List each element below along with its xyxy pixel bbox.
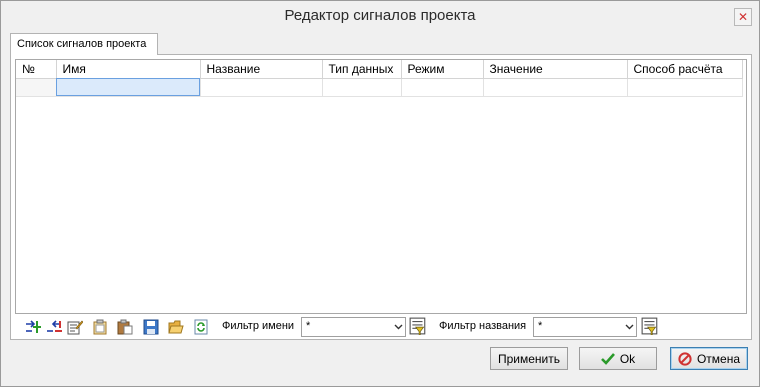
cancel-button[interactable]: Отмена — [670, 347, 748, 370]
column-header-calc-method[interactable]: Способ расчёта — [627, 60, 743, 79]
column-header-number[interactable]: № — [16, 60, 57, 79]
column-header-value[interactable]: Значение — [483, 60, 628, 79]
chevron-down-icon[interactable] — [394, 322, 403, 331]
column-header-mode[interactable]: Режим — [401, 60, 484, 79]
apply-button[interactable]: Применить — [490, 347, 568, 370]
cell-number[interactable] — [16, 78, 57, 97]
name-filter-value: * — [306, 320, 311, 332]
remove-signal-icon[interactable] — [46, 319, 62, 335]
title-bar[interactable]: Редактор сигналов проекта ✕ — [1, 1, 759, 31]
signals-table[interactable]: № Имя Название Тип данных Режим Значение… — [15, 59, 747, 314]
ok-button[interactable]: Ok — [579, 347, 657, 370]
cell-value[interactable] — [483, 78, 628, 97]
name-filter-combo[interactable]: * — [301, 317, 406, 337]
paste-icon[interactable] — [117, 319, 133, 335]
cancel-icon — [678, 351, 692, 366]
ok-button-label: Ok — [619, 351, 636, 366]
chevron-down-icon[interactable] — [625, 322, 634, 331]
cell-name-selected[interactable] — [56, 78, 201, 97]
title-filter-combo[interactable]: * — [533, 317, 637, 337]
apply-title-filter-icon[interactable] — [641, 317, 659, 335]
open-folder-icon[interactable] — [168, 319, 184, 335]
checkmark-icon — [600, 352, 615, 365]
apply-button-label: Применить — [497, 351, 560, 366]
table-row[interactable] — [16, 78, 743, 97]
add-signal-icon[interactable] — [25, 319, 41, 335]
cancel-button-label: Отмена — [696, 351, 741, 366]
copy-icon[interactable] — [92, 319, 108, 335]
cell-mode[interactable] — [401, 78, 484, 97]
cell-title[interactable] — [200, 78, 323, 97]
name-filter-label: Фильтр имени — [222, 320, 295, 332]
column-header-data-type[interactable]: Тип данных — [322, 60, 402, 79]
title-filter-label: Фильтр названия — [439, 320, 527, 332]
refresh-icon[interactable] — [193, 319, 209, 335]
save-icon[interactable] — [143, 319, 159, 335]
tab-panel: № Имя Название Тип данных Режим Значение… — [10, 54, 752, 340]
dialog-window: Редактор сигналов проекта ✕ Список сигна… — [0, 0, 760, 387]
edit-signal-icon[interactable] — [67, 319, 83, 335]
close-button[interactable]: ✕ — [734, 8, 752, 26]
table-header-row: № Имя Название Тип данных Режим Значение… — [16, 60, 743, 79]
tab-label: Список сигналов проекта — [17, 38, 147, 50]
title-filter-value: * — [538, 320, 543, 332]
column-header-title[interactable]: Название — [200, 60, 323, 79]
apply-name-filter-icon[interactable] — [409, 317, 427, 335]
cell-calc-method[interactable] — [627, 78, 743, 97]
column-header-name[interactable]: Имя — [56, 60, 201, 79]
close-icon: ✕ — [737, 10, 749, 24]
bottom-toolbar: Фильтр имени * Фильтр названия * — [11, 315, 751, 339]
window-title: Редактор сигналов проекта — [284, 7, 476, 24]
cell-data-type[interactable] — [322, 78, 402, 97]
tab-signal-list[interactable]: Список сигналов проекта — [10, 33, 158, 55]
